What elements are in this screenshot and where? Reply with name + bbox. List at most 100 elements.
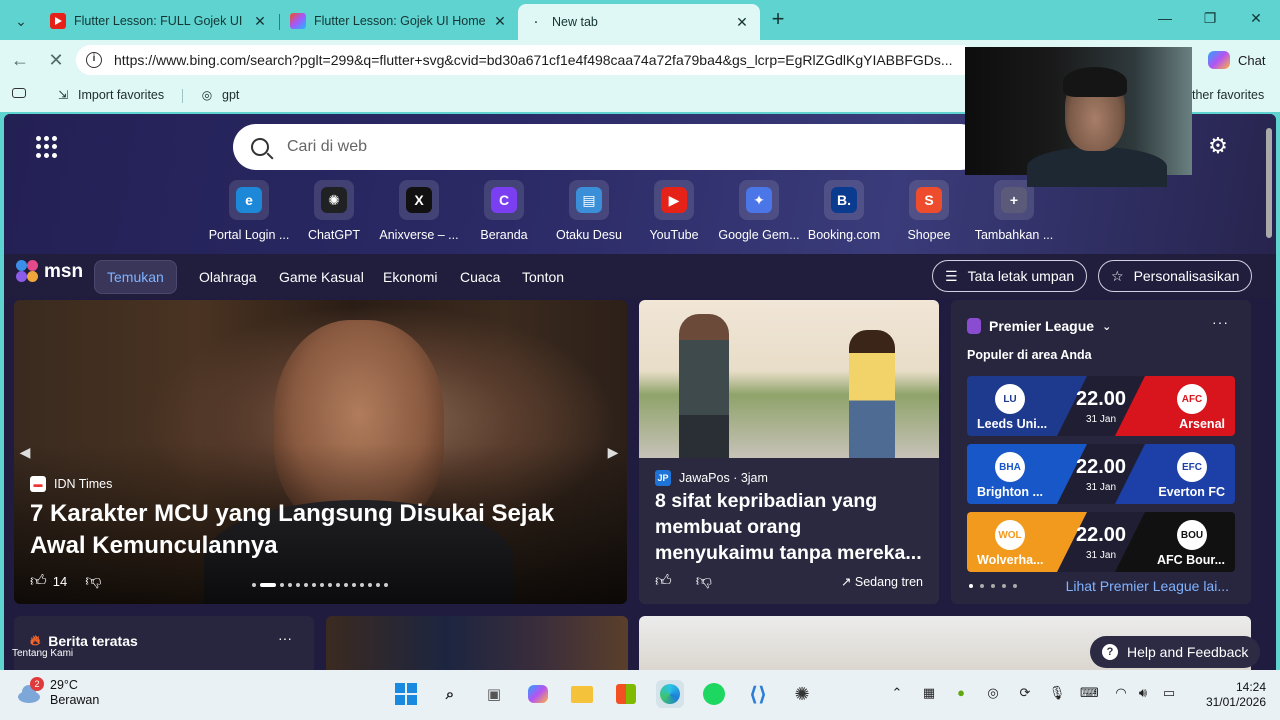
quick-link-3[interactable]: C Beranda — [459, 180, 549, 242]
more-options-icon[interactable]: ··· — [1212, 314, 1229, 330]
nav-tab-game-kasual[interactable]: Game Kasual — [267, 260, 376, 294]
tab-actions-menu[interactable]: ⌄ — [8, 8, 34, 34]
match-row[interactable]: BHA EFC Brighton ... Everton FC 22.00 31 Jan — [967, 444, 1235, 504]
sync-icon[interactable]: ⟳ — [1016, 685, 1034, 701]
carousel-dot[interactable] — [288, 583, 292, 587]
quick-link-1[interactable]: ✺ ChatGPT — [289, 180, 379, 242]
carousel-dot[interactable] — [344, 583, 348, 587]
nav-tab-ekonomi[interactable]: Ekonomi — [371, 260, 449, 294]
carousel-next-icon[interactable]: ▶ — [606, 440, 620, 464]
stop-loading-button[interactable]: ✕ — [44, 48, 68, 72]
chatgpt-icon[interactable]: ✺ — [788, 680, 816, 708]
carousel-dot[interactable] — [280, 583, 284, 587]
feed-layout-button[interactable]: ☰ Tata letak umpan — [932, 260, 1088, 292]
tray-app-icon[interactable]: ▦ — [920, 685, 938, 701]
story-card-2[interactable]: JP JawaPos · 3jam 8 sifat kepribadian ya… — [639, 300, 939, 604]
nav-tab-cuaca[interactable]: Cuaca — [448, 260, 512, 294]
carousel-dot[interactable] — [260, 583, 276, 587]
vscode-icon[interactable]: ⟨⟩ — [744, 680, 772, 708]
match-row[interactable]: WOL BOU Wolverha... AFC Bour... 22.00 31 Jan — [967, 512, 1235, 572]
carousel-dot[interactable] — [376, 583, 380, 587]
windows-start-icon[interactable] — [392, 680, 420, 708]
close-icon[interactable]: ✕ — [252, 13, 268, 30]
reading-view-icon[interactable] — [12, 88, 34, 98]
battery-icon[interactable]: ▭ — [1160, 685, 1178, 701]
restore-button[interactable]: ❐ — [1200, 10, 1220, 27]
carousel-dot[interactable] — [296, 583, 300, 587]
carousel-dot[interactable] — [384, 583, 388, 587]
minimize-button[interactable]: — — [1155, 10, 1175, 26]
spotify-icon[interactable] — [700, 680, 728, 708]
carousel-dot[interactable] — [312, 583, 316, 587]
see-all-link[interactable]: Lihat Premier League lai... — [1066, 578, 1229, 594]
carousel-dot[interactable] — [336, 583, 340, 587]
quick-link-2[interactable]: X Anixverse – ... — [374, 180, 464, 242]
microphone-icon[interactable]: 🎙︎ — [1048, 685, 1066, 701]
system-clock[interactable]: 14:24 31/01/2026 — [1196, 680, 1266, 710]
site-info-icon[interactable]: i — [86, 52, 102, 68]
hero-story-card[interactable]: ◀ ▶ ▬ IDN Times 7 Karakter MCU yang Lang… — [14, 300, 627, 604]
carousel-dot[interactable] — [252, 583, 256, 587]
other-favorites[interactable]: ther favorites — [1192, 88, 1264, 102]
scrollbar-thumb[interactable] — [1266, 128, 1272, 238]
back-button[interactable]: ← — [8, 48, 32, 72]
keyboard-icon[interactable]: ⌨ — [1080, 685, 1099, 701]
edge-icon[interactable] — [656, 680, 684, 708]
tab-3-active[interactable]: ⋅ New tab ✕ — [518, 4, 760, 40]
story-card-3[interactable] — [326, 616, 628, 670]
chevron-up-icon[interactable]: ⌃ — [888, 685, 906, 701]
quick-link-5[interactable]: ▶ YouTube — [629, 180, 719, 242]
search-icon[interactable]: ⌕ — [436, 680, 464, 708]
page-scrollbar[interactable] — [1266, 128, 1272, 670]
about-link[interactable]: Tentang Kami — [12, 648, 73, 659]
hero-headline[interactable]: 7 Karakter MCU yang Langsung Disukai Sej… — [30, 498, 600, 562]
wifi-icon[interactable]: ◠ — [1112, 685, 1130, 701]
app-launcher-icon[interactable] — [36, 136, 58, 158]
more-options-icon[interactable]: ··· — [278, 630, 292, 646]
story-headline[interactable]: 8 sifat kepribadian yang membuat orang m… — [655, 488, 925, 566]
thumbs-down-icon[interactable]: 👎︎ — [696, 572, 712, 591]
task-view-icon[interactable]: ▣ — [480, 680, 508, 708]
thumbs-up-icon[interactable]: 👍︎ — [655, 572, 672, 591]
close-icon[interactable]: ✕ — [734, 14, 750, 31]
quick-link-0[interactable]: e Portal Login ... — [204, 180, 294, 242]
microsoft-store-icon[interactable] — [612, 680, 640, 708]
tray-app-ring-icon[interactable]: ◎ — [984, 685, 1002, 701]
carousel-dot[interactable] — [304, 583, 308, 587]
carousel-indicator[interactable] — [252, 583, 388, 587]
new-tab-button[interactable]: + — [766, 8, 790, 32]
carousel-dot[interactable] — [328, 583, 332, 587]
quick-link-4[interactable]: ▤ Otaku Desu — [544, 180, 634, 242]
league-selector[interactable]: Premier League ⌄ — [967, 318, 1111, 334]
quick-link-6[interactable]: ✦ Google Gem... — [714, 180, 804, 242]
quick-link-9[interactable]: + Tambahkan ... — [969, 180, 1059, 242]
close-icon[interactable]: ✕ — [492, 13, 508, 30]
carousel-prev-icon[interactable]: ◀ — [18, 440, 32, 464]
address-bar[interactable]: i https://www.bing.com/search?pglt=299&q… — [76, 45, 976, 75]
file-explorer-icon[interactable] — [568, 680, 596, 708]
quick-link-7[interactable]: B. Booking.com — [799, 180, 889, 242]
carousel-dot[interactable] — [320, 583, 324, 587]
msn-logo[interactable]: msn — [16, 260, 83, 284]
nav-tab-temukan[interactable]: Temukan — [94, 260, 177, 294]
thumbs-down-icon[interactable]: 👎︎ — [85, 572, 101, 591]
nav-tab-tonton[interactable]: Tonton — [510, 260, 576, 294]
weather-widget[interactable]: 2 29°C Berawan — [16, 677, 99, 708]
tab-2[interactable]: Flutter Lesson: Gojek UI Home Scr ✕ — [280, 6, 518, 36]
thumbs-up-icon[interactable]: 👍︎ — [30, 572, 47, 591]
copilot-chat-button[interactable]: Chat — [1208, 48, 1265, 72]
nav-tab-olahraga[interactable]: Olahraga — [187, 260, 269, 294]
volume-icon[interactable]: 🔊︎ — [1134, 685, 1152, 701]
personalize-button[interactable]: ☆ Personalisasikan — [1098, 260, 1253, 292]
favorite-gpt[interactable]: ◎ gpt — [200, 88, 240, 102]
carousel-dot[interactable] — [360, 583, 364, 587]
help-feedback-button[interactable]: ? Help and Feedback — [1090, 636, 1261, 668]
quick-link-8[interactable]: S Shopee — [884, 180, 974, 242]
search-input[interactable] — [287, 138, 927, 156]
web-search-box[interactable] — [233, 124, 983, 170]
carousel-dot[interactable] — [368, 583, 372, 587]
widget-page-indicator[interactable] — [969, 584, 1017, 588]
tab-1[interactable]: Flutter Lesson: FULL Gojek UI Hom ✕ — [40, 6, 278, 36]
gear-icon[interactable]: ⚙ — [1206, 134, 1230, 158]
carousel-dot[interactable] — [352, 583, 356, 587]
